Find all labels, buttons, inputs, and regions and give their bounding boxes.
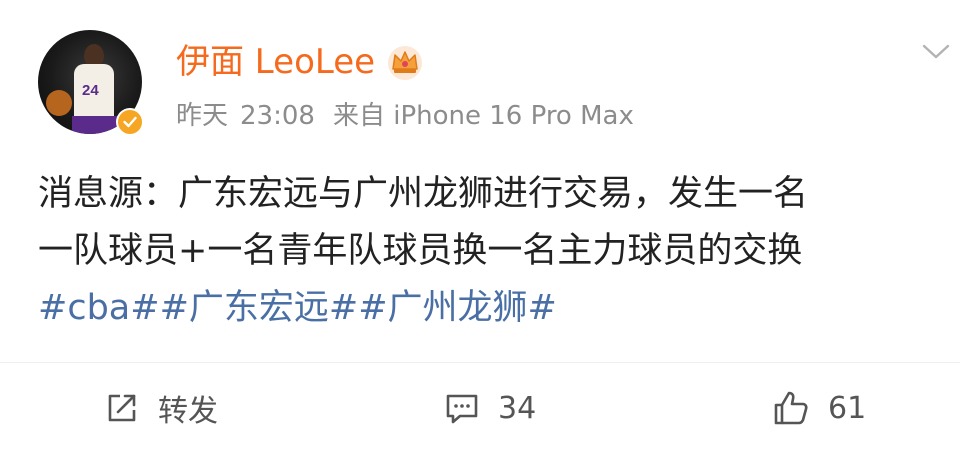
crown-icon: [388, 46, 422, 80]
comment-button[interactable]: 34: [444, 386, 536, 430]
post-content-line-1: 消息源：广东宏远与广州龙狮进行交易，发生一名: [38, 174, 809, 214]
avatar-shorts: [72, 116, 118, 134]
chevron-down-icon[interactable]: [920, 40, 952, 64]
verified-badge-icon: [116, 108, 144, 136]
hashtag-cba[interactable]: #cba#: [38, 288, 160, 328]
post-content: 消息源：广东宏远与广州龙狮进行交易，发生一名 一队球员+一名青年队球员换一名主力…: [38, 166, 928, 280]
comment-count: 34: [498, 390, 537, 426]
post-source: 来自 iPhone 16 Pro Max: [332, 101, 634, 131]
thumbs-up-icon: [774, 391, 808, 425]
like-count: 61: [828, 390, 867, 426]
post-content-line-2: 一队球员+一名青年队球员换一名主力球员的交换: [38, 231, 803, 271]
divider: [0, 362, 960, 363]
post-meta: 昨天 23:08 来自 iPhone 16 Pro Max: [176, 96, 634, 136]
hashtag-guangzhou[interactable]: #广州龙狮#: [358, 288, 557, 328]
avatar-jersey-number: 24: [82, 82, 99, 99]
repost-label: 转发: [158, 394, 218, 429]
weibo-post-card: 24 伊面 LeoLee 昨天 23:08 来自 iPhone 16 Pro Max…: [0, 0, 960, 452]
post-time-clock: 23:08: [240, 101, 315, 131]
username[interactable]: 伊面 LeoLee: [176, 38, 375, 86]
repost-button[interactable]: 转发: [104, 386, 218, 430]
avatar[interactable]: 24: [38, 30, 144, 136]
hashtag-guangdong[interactable]: #广东宏远#: [160, 288, 359, 328]
like-button[interactable]: 61: [772, 386, 866, 430]
avatar-basketball: [46, 90, 72, 116]
comment-icon: [446, 394, 478, 424]
share-icon: [108, 394, 136, 422]
hashtag-list: #cba##广东宏远##广州龙狮#: [38, 280, 557, 337]
post-time-day: 昨天: [176, 101, 229, 131]
